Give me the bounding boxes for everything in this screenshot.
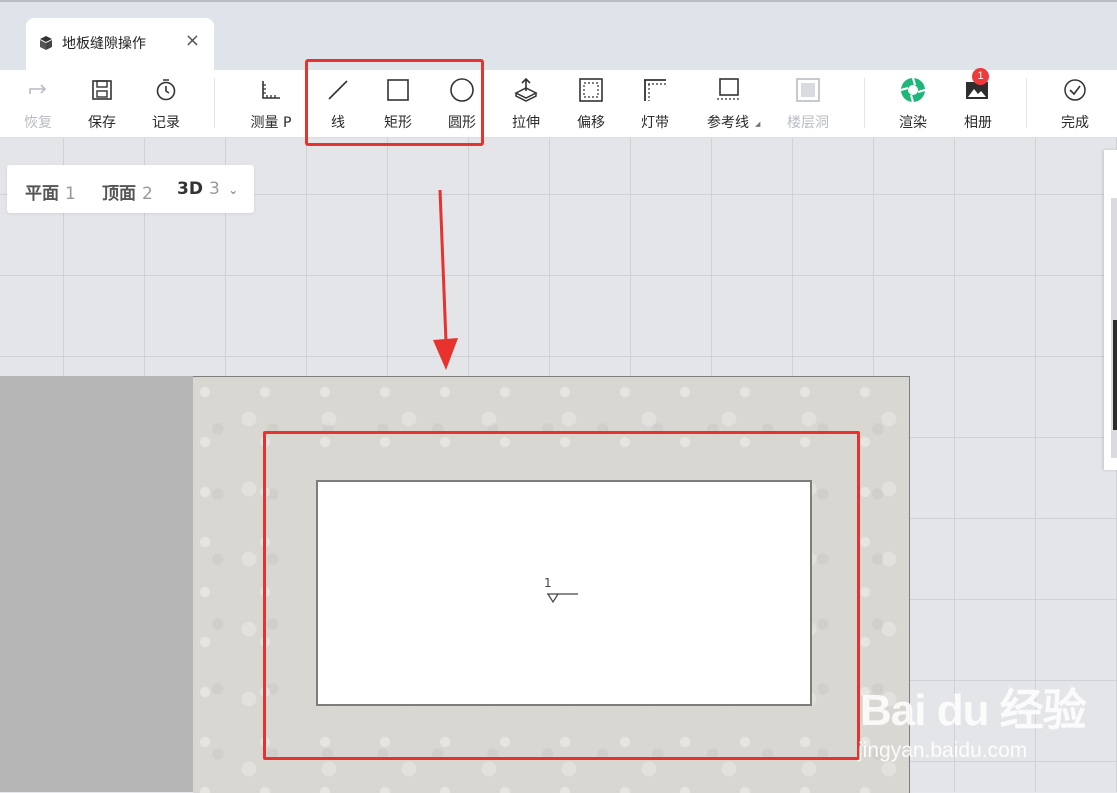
toolbar-divider [214, 78, 215, 128]
tab-title: 地板缝隙操作 [62, 36, 146, 52]
highlight-box-floor-area [263, 431, 860, 760]
check-circle-icon [1064, 79, 1086, 101]
render-button[interactable]: 渲染 [883, 70, 943, 137]
lightstrip-label: 灯带 [641, 115, 669, 131]
save-button[interactable]: 保存 [72, 70, 132, 137]
timer-icon [156, 79, 176, 101]
view-switcher: 平面 1 顶面 2 3D 3 ⌄ [7, 165, 254, 213]
document-tab[interactable]: 地板缝隙操作 × [26, 18, 214, 74]
done-button[interactable]: 完成 [1045, 70, 1105, 137]
view-ceiling-tab[interactable]: 顶面 2 [102, 179, 153, 204]
offset-label: 偏移 [577, 115, 605, 131]
camera-aperture-icon [900, 77, 926, 103]
tab-close-button[interactable]: × [185, 30, 200, 51]
save-label: 保存 [88, 115, 116, 131]
floor-hole-button[interactable]: 楼层洞 [778, 70, 838, 137]
album-badge: 1 [972, 68, 989, 85]
chevron-down-icon: ⌄ [228, 183, 239, 197]
album-button[interactable]: 1 相册 [948, 68, 1008, 137]
floor-hole-icon [796, 78, 820, 102]
tab-bar: 地板缝隙操作 × [0, 0, 1117, 74]
offset-icon [579, 78, 603, 102]
toolbar-divider [864, 78, 865, 128]
album-label: 相册 [964, 115, 992, 131]
redo-button[interactable]: 恢复 [8, 70, 68, 137]
view-3d-tab[interactable]: 3D 3 ⌄ [177, 179, 238, 199]
floor-hole-label: 楼层洞 [787, 115, 829, 131]
guide-line-button[interactable]: 参考线 ◢ [698, 70, 761, 137]
view-plan-tab[interactable]: 平面 1 [25, 179, 76, 204]
toolbar: 恢复 保存 记录 测量 P 线 矩形 圆形 拉伸 偏移 灯带 参考线 ◢ 楼层洞… [0, 68, 1117, 138]
save-icon [92, 80, 112, 100]
highlight-box-drawing-tools [305, 59, 484, 146]
extrude-label: 拉伸 [512, 115, 540, 131]
ruler-icon [262, 81, 280, 99]
preview-thumbnail-dark [1113, 320, 1117, 430]
redo-label: 恢复 [24, 115, 52, 131]
render-label: 渲染 [899, 115, 927, 131]
measure-button[interactable]: 测量 P [241, 70, 301, 137]
wall-region [0, 376, 193, 792]
watermark-logo: Bai du 经验 [860, 686, 1087, 735]
extrude-button[interactable]: 拉伸 [496, 70, 556, 137]
watermark-url: jingyan.baidu.com [858, 739, 1028, 762]
history-label: 记录 [152, 115, 180, 131]
lightstrip-icon [644, 79, 666, 101]
toolbar-divider [1026, 78, 1027, 128]
redo-icon [29, 84, 47, 94]
history-button[interactable]: 记录 [136, 70, 196, 137]
lightstrip-button[interactable]: 灯带 [625, 70, 685, 137]
arrow-down-icon [433, 190, 458, 370]
extrude-icon [514, 77, 538, 102]
done-label: 完成 [1061, 115, 1089, 131]
measure-label: 测量 P [250, 115, 292, 131]
offset-button[interactable]: 偏移 [561, 70, 621, 137]
dropdown-caret-icon: ◢ [755, 120, 761, 128]
guide-line-icon [717, 78, 739, 100]
guide-line-label: 参考线 [707, 115, 749, 131]
render-preview-panel[interactable] [1104, 150, 1117, 470]
cube-icon [40, 36, 52, 50]
